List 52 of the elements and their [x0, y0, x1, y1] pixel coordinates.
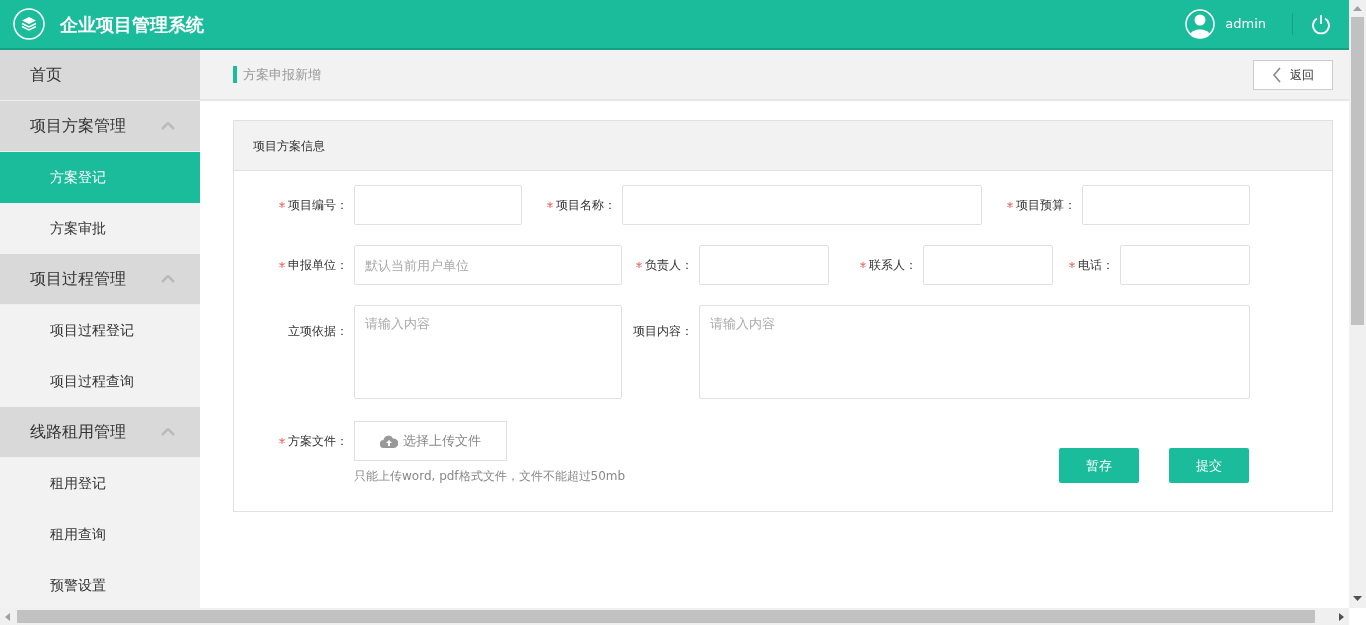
upload-button[interactable]: 选择上传文件 — [354, 421, 507, 461]
input-field[interactable] — [354, 185, 522, 225]
field-label: 立项依据： — [288, 323, 348, 340]
input-field[interactable] — [1120, 245, 1250, 285]
vertical-scrollbar[interactable] — [1349, 0, 1366, 608]
sidebar-group[interactable]: 项目方案管理 — [0, 101, 200, 152]
sidebar-group[interactable]: 项目过程管理 — [0, 254, 200, 305]
scroll-up-icon[interactable] — [1353, 6, 1362, 11]
field-label: 项目名称： — [556, 197, 616, 214]
sidebar-item[interactable]: 方案审批 — [0, 203, 200, 254]
sidebar-item[interactable]: 租用登记 — [0, 458, 200, 509]
sidebar-item[interactable]: 项目过程登记 — [0, 305, 200, 356]
input-field[interactable]: 默认当前用户单位 — [354, 245, 622, 285]
text-area[interactable]: 请输入内容 — [699, 305, 1250, 399]
layers-logo-icon — [13, 8, 45, 40]
chevron-up-icon — [161, 275, 175, 283]
sidebar-group[interactable]: 线路租用管理 — [0, 407, 200, 458]
user-avatar-icon[interactable] — [1185, 9, 1216, 39]
text-area[interactable]: 请输入内容 — [354, 305, 622, 399]
sidebar-item[interactable]: 首页 — [0, 50, 200, 101]
user-name: admin — [1225, 15, 1266, 34]
power-icon[interactable] — [1311, 13, 1331, 35]
input-field[interactable] — [923, 245, 1053, 285]
chevron-up-icon — [161, 428, 175, 436]
sidebar-item[interactable]: 项目过程查询 — [0, 356, 200, 407]
scrollbar-thumb[interactable] — [1351, 17, 1364, 325]
field-label: 联系人： — [869, 257, 917, 274]
field-label: 项目编号： — [288, 197, 348, 214]
field-label: 项目预算： — [1016, 197, 1076, 214]
scroll-down-icon[interactable] — [1353, 596, 1362, 601]
input-field[interactable] — [699, 245, 829, 285]
cloud-upload-icon — [380, 434, 398, 448]
breadcrumb-title: 方案申报新增 — [233, 66, 321, 83]
form-title: 项目方案信息 — [253, 137, 325, 155]
sidebar-item[interactable]: 预警设置 — [0, 560, 200, 608]
scroll-right-icon[interactable] — [1339, 613, 1344, 621]
sidebar-item[interactable]: 租用查询 — [0, 509, 200, 560]
input-field[interactable] — [622, 185, 982, 225]
back-button[interactable]: 返回 — [1253, 59, 1333, 90]
scrollbar-thumb[interactable] — [17, 610, 1315, 623]
upload-hint: 只能上传word, pdf格式文件，文件不能超过50mb — [354, 468, 626, 485]
horizontal-scrollbar[interactable] — [0, 608, 1349, 625]
app-title: 企业项目管理系统 — [60, 12, 204, 37]
chevron-up-icon — [161, 122, 175, 130]
input-field[interactable] — [1082, 185, 1250, 225]
field-label: 项目内容： — [633, 323, 693, 340]
field-label: 申报单位： — [288, 257, 348, 274]
field-label: 负责人： — [645, 257, 693, 274]
chevron-left-icon — [1272, 66, 1282, 83]
scroll-left-icon[interactable] — [5, 613, 10, 621]
field-label: 方案文件： — [288, 433, 348, 450]
field-label: 电话： — [1078, 257, 1114, 274]
